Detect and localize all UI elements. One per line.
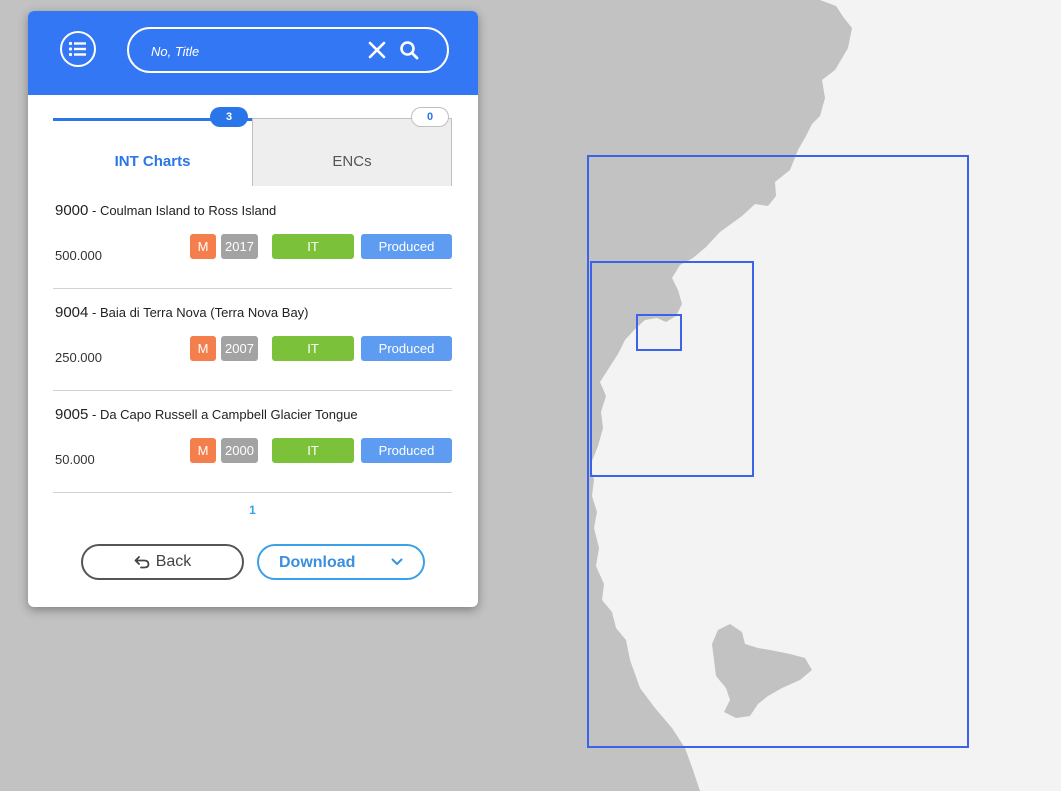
- chart-number: 9000: [55, 202, 89, 219]
- list-item[interactable]: 9005 - Da Capo Russell a Campbell Glacie…: [53, 391, 452, 493]
- status-badge: Produced: [361, 336, 452, 361]
- language-badge: IT: [272, 438, 354, 463]
- charts-panel: INT Charts ENCs 3 0 9000 - Coulman Islan…: [28, 11, 478, 607]
- back-label: Back: [155, 553, 192, 570]
- year-badge: 2017: [221, 234, 258, 259]
- tab-int-charts[interactable]: INT Charts: [53, 118, 252, 186]
- chart-title: 9000 - Coulman Island to Ross Island: [55, 202, 277, 219]
- undo-arrow-icon: [134, 556, 150, 569]
- chart-list: 9000 - Coulman Island to Ross Island 500…: [53, 187, 452, 493]
- panel-header: [28, 11, 478, 95]
- chart-name: Da Capo Russell a Campbell Glacier Tongu…: [99, 407, 358, 422]
- page-number[interactable]: 1: [249, 503, 256, 517]
- tab-label: INT Charts: [114, 153, 191, 170]
- tab-label: ENCs: [332, 153, 372, 170]
- chart-tabs: INT Charts ENCs 3 0: [53, 107, 452, 186]
- m-badge: M: [190, 234, 216, 259]
- language-badge: IT: [272, 234, 354, 259]
- chart-title: 9005 - Da Capo Russell a Campbell Glacie…: [55, 406, 358, 423]
- back-button[interactable]: Back: [81, 544, 244, 580]
- m-badge: M: [190, 336, 216, 361]
- list-item[interactable]: 9000 - Coulman Island to Ross Island 500…: [53, 187, 452, 289]
- chart-scale: 250.000: [55, 350, 102, 365]
- chart-title: 9004 - Baia di Terra Nova (Terra Nova Ba…: [55, 304, 309, 321]
- list-icon: [68, 41, 86, 57]
- year-badge: 2007: [221, 336, 258, 361]
- language-badge: IT: [272, 336, 354, 361]
- download-button[interactable]: Download: [257, 544, 425, 580]
- menu-button[interactable]: [60, 31, 96, 67]
- search-input[interactable]: [149, 39, 353, 63]
- chart-scale: 50.000: [55, 452, 95, 467]
- status-badge: Produced: [361, 234, 452, 259]
- search-box: [127, 27, 449, 73]
- status-badge: Produced: [361, 438, 452, 463]
- chart-scale: 500.000: [55, 248, 102, 263]
- download-label: Download: [279, 554, 356, 571]
- chart-number: 9005: [55, 406, 89, 423]
- year-badge: 2000: [221, 438, 258, 463]
- chart-name: Baia di Terra Nova (Terra Nova Bay): [99, 305, 309, 320]
- count-badge: 0: [411, 107, 449, 127]
- close-icon[interactable]: [367, 40, 387, 60]
- chevron-down-icon[interactable]: [391, 557, 403, 567]
- pagination: 1: [53, 503, 452, 517]
- m-badge: M: [190, 438, 216, 463]
- list-item[interactable]: 9004 - Baia di Terra Nova (Terra Nova Ba…: [53, 289, 452, 391]
- tab-encs[interactable]: ENCs: [252, 118, 452, 186]
- chart-name: Coulman Island to Ross Island: [99, 203, 277, 218]
- chart-number: 9004: [55, 304, 89, 321]
- count-badge: 3: [210, 107, 248, 127]
- search-icon[interactable]: [399, 40, 419, 60]
